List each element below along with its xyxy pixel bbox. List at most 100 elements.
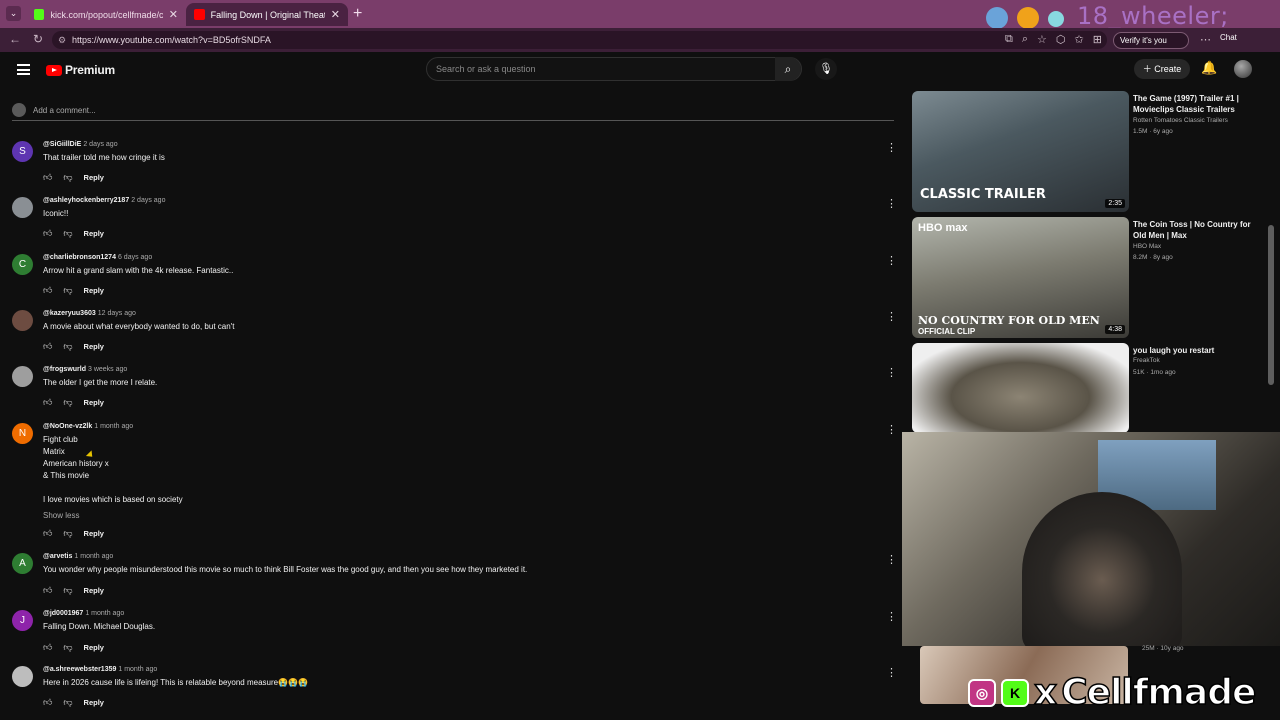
video-thumbnail[interactable]: HBO max NO COUNTRY FOR OLD MEN OFFICIAL … [912, 217, 1129, 338]
comment-author[interactable]: @frogswurld [43, 366, 86, 373]
search-button[interactable]: ⌕ [775, 57, 801, 81]
comment-time[interactable]: 12 days ago [98, 310, 136, 317]
menu-hamburger-icon[interactable] [17, 64, 30, 75]
comment-time[interactable]: 1 month ago [118, 666, 157, 673]
reply-button[interactable]: Reply [84, 173, 104, 182]
reload-icon[interactable]: ↻ [33, 32, 43, 46]
account-avatar[interactable] [1234, 60, 1252, 78]
comment-avatar[interactable]: S [12, 141, 33, 162]
comment-avatar[interactable] [12, 197, 33, 218]
search-input[interactable]: Search or ask a question [426, 57, 802, 81]
comment-more-icon[interactable]: ⋮ [886, 366, 897, 379]
comment-time[interactable]: 1 month ago [94, 423, 133, 430]
comment-more-icon[interactable]: ⋮ [886, 141, 897, 154]
bookmark-star-icon[interactable]: ☆ [1037, 33, 1047, 46]
reply-button[interactable]: Reply [84, 643, 104, 652]
reply-button[interactable]: Reply [84, 229, 104, 238]
comment-time[interactable]: 2 days ago [83, 141, 117, 148]
dislike-icon[interactable]: 👎︎ [63, 528, 72, 539]
comment-time[interactable]: 1 month ago [74, 553, 113, 560]
copilot-chat-button[interactable]: Chat [1220, 33, 1237, 42]
like-icon[interactable]: 👍︎ [43, 341, 52, 352]
extension-puzzle-icon[interactable]: ⬡ [1056, 33, 1066, 46]
like-icon[interactable]: 👍︎ [43, 285, 52, 296]
comment-author[interactable]: @a.shreewebster1359 [43, 666, 116, 673]
comment-avatar[interactable] [12, 366, 33, 387]
comment-author[interactable]: @charliebronson1274 [43, 254, 116, 261]
url-field[interactable]: ⚙ https://www.youtube.com/watch?v=BD5ofr… [52, 31, 1107, 49]
collections-icon[interactable]: ⊞ [1093, 33, 1102, 46]
video-title[interactable]: The Game (1997) Trailer #1 | Movieclips … [1133, 93, 1263, 115]
dislike-icon[interactable]: 👎︎ [63, 285, 72, 296]
comment-more-icon[interactable]: ⋮ [886, 553, 897, 566]
new-tab-icon[interactable]: + [353, 5, 362, 23]
reply-button[interactable]: Reply [84, 529, 104, 538]
sidebar-scrollbar[interactable] [1268, 225, 1274, 385]
reply-button[interactable]: Reply [84, 286, 104, 295]
reply-button[interactable]: Reply [84, 586, 104, 595]
video-thumbnail[interactable]: CLASSIC TRAILER 2:35 [912, 91, 1129, 212]
comment-author[interactable]: @kazeryuu3603 [43, 310, 96, 317]
comment-avatar[interactable] [12, 666, 33, 687]
like-icon[interactable]: 👍︎ [43, 172, 52, 183]
dislike-icon[interactable]: 👎︎ [63, 341, 72, 352]
comment-avatar[interactable] [12, 310, 33, 331]
comment-more-icon[interactable]: ⋮ [886, 610, 897, 623]
dislike-icon[interactable]: 👎︎ [63, 642, 72, 653]
dislike-icon[interactable]: 👎︎ [63, 397, 72, 408]
reply-button[interactable]: Reply [84, 342, 104, 351]
comment-more-icon[interactable]: ⋮ [886, 666, 897, 679]
comment-avatar[interactable]: J [12, 610, 33, 631]
channel-name[interactable]: FreakTok [1133, 357, 1160, 364]
comment-more-icon[interactable]: ⋮ [886, 423, 897, 436]
channel-name[interactable]: HBO Max [1133, 243, 1161, 250]
comment-time[interactable]: 6 days ago [118, 254, 152, 261]
dislike-icon[interactable]: 👎︎ [63, 228, 72, 239]
comment-time[interactable]: 1 month ago [85, 610, 124, 617]
like-icon[interactable]: 👍︎ [43, 697, 52, 708]
browser-tab-youtube[interactable]: Falling Down | Original Theatrical ✕ [186, 3, 348, 26]
comment-avatar[interactable]: A [12, 553, 33, 574]
extensions-icon[interactable]: ⧉ [1005, 33, 1013, 46]
comment-time[interactable]: 3 weeks ago [88, 366, 127, 373]
like-icon[interactable]: 👍︎ [43, 585, 52, 596]
dislike-icon[interactable]: 👎︎ [63, 697, 72, 708]
comment-author[interactable]: @jd0001967 [43, 610, 83, 617]
comment-author[interactable]: @SiGiillDiE [43, 141, 81, 148]
create-button[interactable]: ＋ Create [1134, 59, 1190, 79]
video-title[interactable]: you laugh you restart [1133, 345, 1263, 356]
more-menu-icon[interactable]: ⋯ [1200, 33, 1211, 46]
comment-author[interactable]: @ashleyhockenberry2187 [43, 197, 129, 204]
video-thumbnail[interactable] [912, 343, 1129, 433]
comment-more-icon[interactable]: ⋮ [886, 254, 897, 267]
comment-avatar[interactable]: C [12, 254, 33, 275]
site-info-icon[interactable]: ⚙ [58, 31, 66, 49]
add-comment-field[interactable]: Add a comment... [12, 103, 894, 121]
zoom-icon[interactable]: ⌕ [1022, 33, 1028, 46]
like-icon[interactable]: 👍︎ [43, 228, 52, 239]
reply-button[interactable]: Reply [84, 698, 104, 707]
like-icon[interactable]: 👍︎ [43, 397, 52, 408]
notifications-bell-icon[interactable]: 🔔 [1201, 60, 1217, 76]
comment-more-icon[interactable]: ⋮ [886, 310, 897, 323]
verify-profile-button[interactable]: Verify it's you [1113, 32, 1189, 49]
comment-more-icon[interactable]: ⋮ [886, 197, 897, 210]
voice-search-icon[interactable]: 🎙 [815, 58, 837, 80]
like-icon[interactable]: 👍︎ [43, 642, 52, 653]
back-arrow-icon[interactable]: ← [9, 32, 21, 46]
show-less-link[interactable]: Show less [43, 511, 79, 520]
channel-name[interactable]: Rotten Tomatoes Classic Trailers [1133, 117, 1228, 124]
favorites-icon[interactable]: ✩ [1075, 33, 1084, 46]
tab-list-button[interactable]: ⌄ [6, 6, 21, 21]
dislike-icon[interactable]: 👎︎ [63, 585, 72, 596]
close-tab-icon[interactable]: ✕ [169, 8, 178, 21]
comment-author[interactable]: @arvetis [43, 553, 72, 560]
video-title[interactable]: The Coin Toss | No Country for Old Men |… [1133, 219, 1263, 241]
youtube-premium-logo[interactable]: Premium [46, 63, 115, 77]
dislike-icon[interactable]: 👎︎ [63, 172, 72, 183]
like-icon[interactable]: 👍︎ [43, 528, 52, 539]
comment-time[interactable]: 2 days ago [131, 197, 165, 204]
reply-button[interactable]: Reply [84, 398, 104, 407]
browser-tab-kick-chat[interactable]: kick.com/popout/cellfmade/chat ✕ [26, 3, 186, 26]
close-tab-icon[interactable]: ✕ [331, 8, 340, 21]
